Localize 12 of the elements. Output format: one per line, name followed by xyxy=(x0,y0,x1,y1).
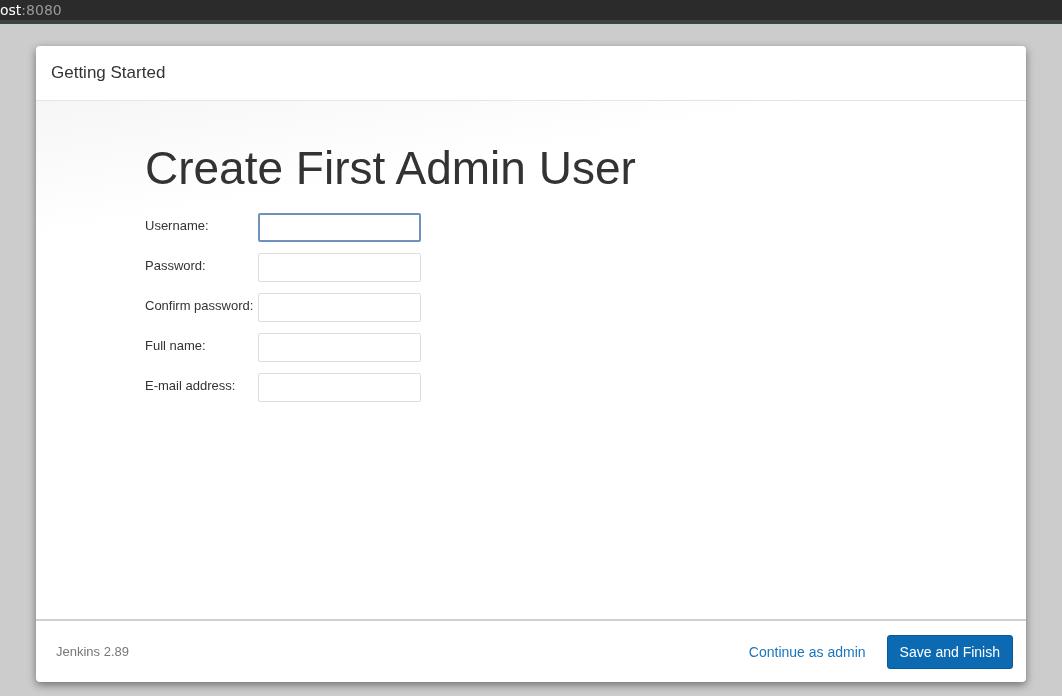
input-field[interactable] xyxy=(258,213,421,242)
continue-link[interactable]: Continue as admin xyxy=(748,643,866,660)
page-heading: Create First Admin User xyxy=(145,141,637,195)
field-label: Confirm password: xyxy=(145,297,255,313)
field-label: Full name: xyxy=(145,337,207,353)
field-label: E-mail address: xyxy=(145,377,237,393)
field-label: Username: xyxy=(145,217,210,233)
address-text: ost:8080 xyxy=(0,2,62,18)
field-label: Password: xyxy=(145,257,207,273)
dialog-title: Getting Started xyxy=(51,63,166,83)
save-button[interactable]: Save and Finish xyxy=(886,634,1013,669)
version-text: Jenkins 2.89 xyxy=(56,644,130,659)
